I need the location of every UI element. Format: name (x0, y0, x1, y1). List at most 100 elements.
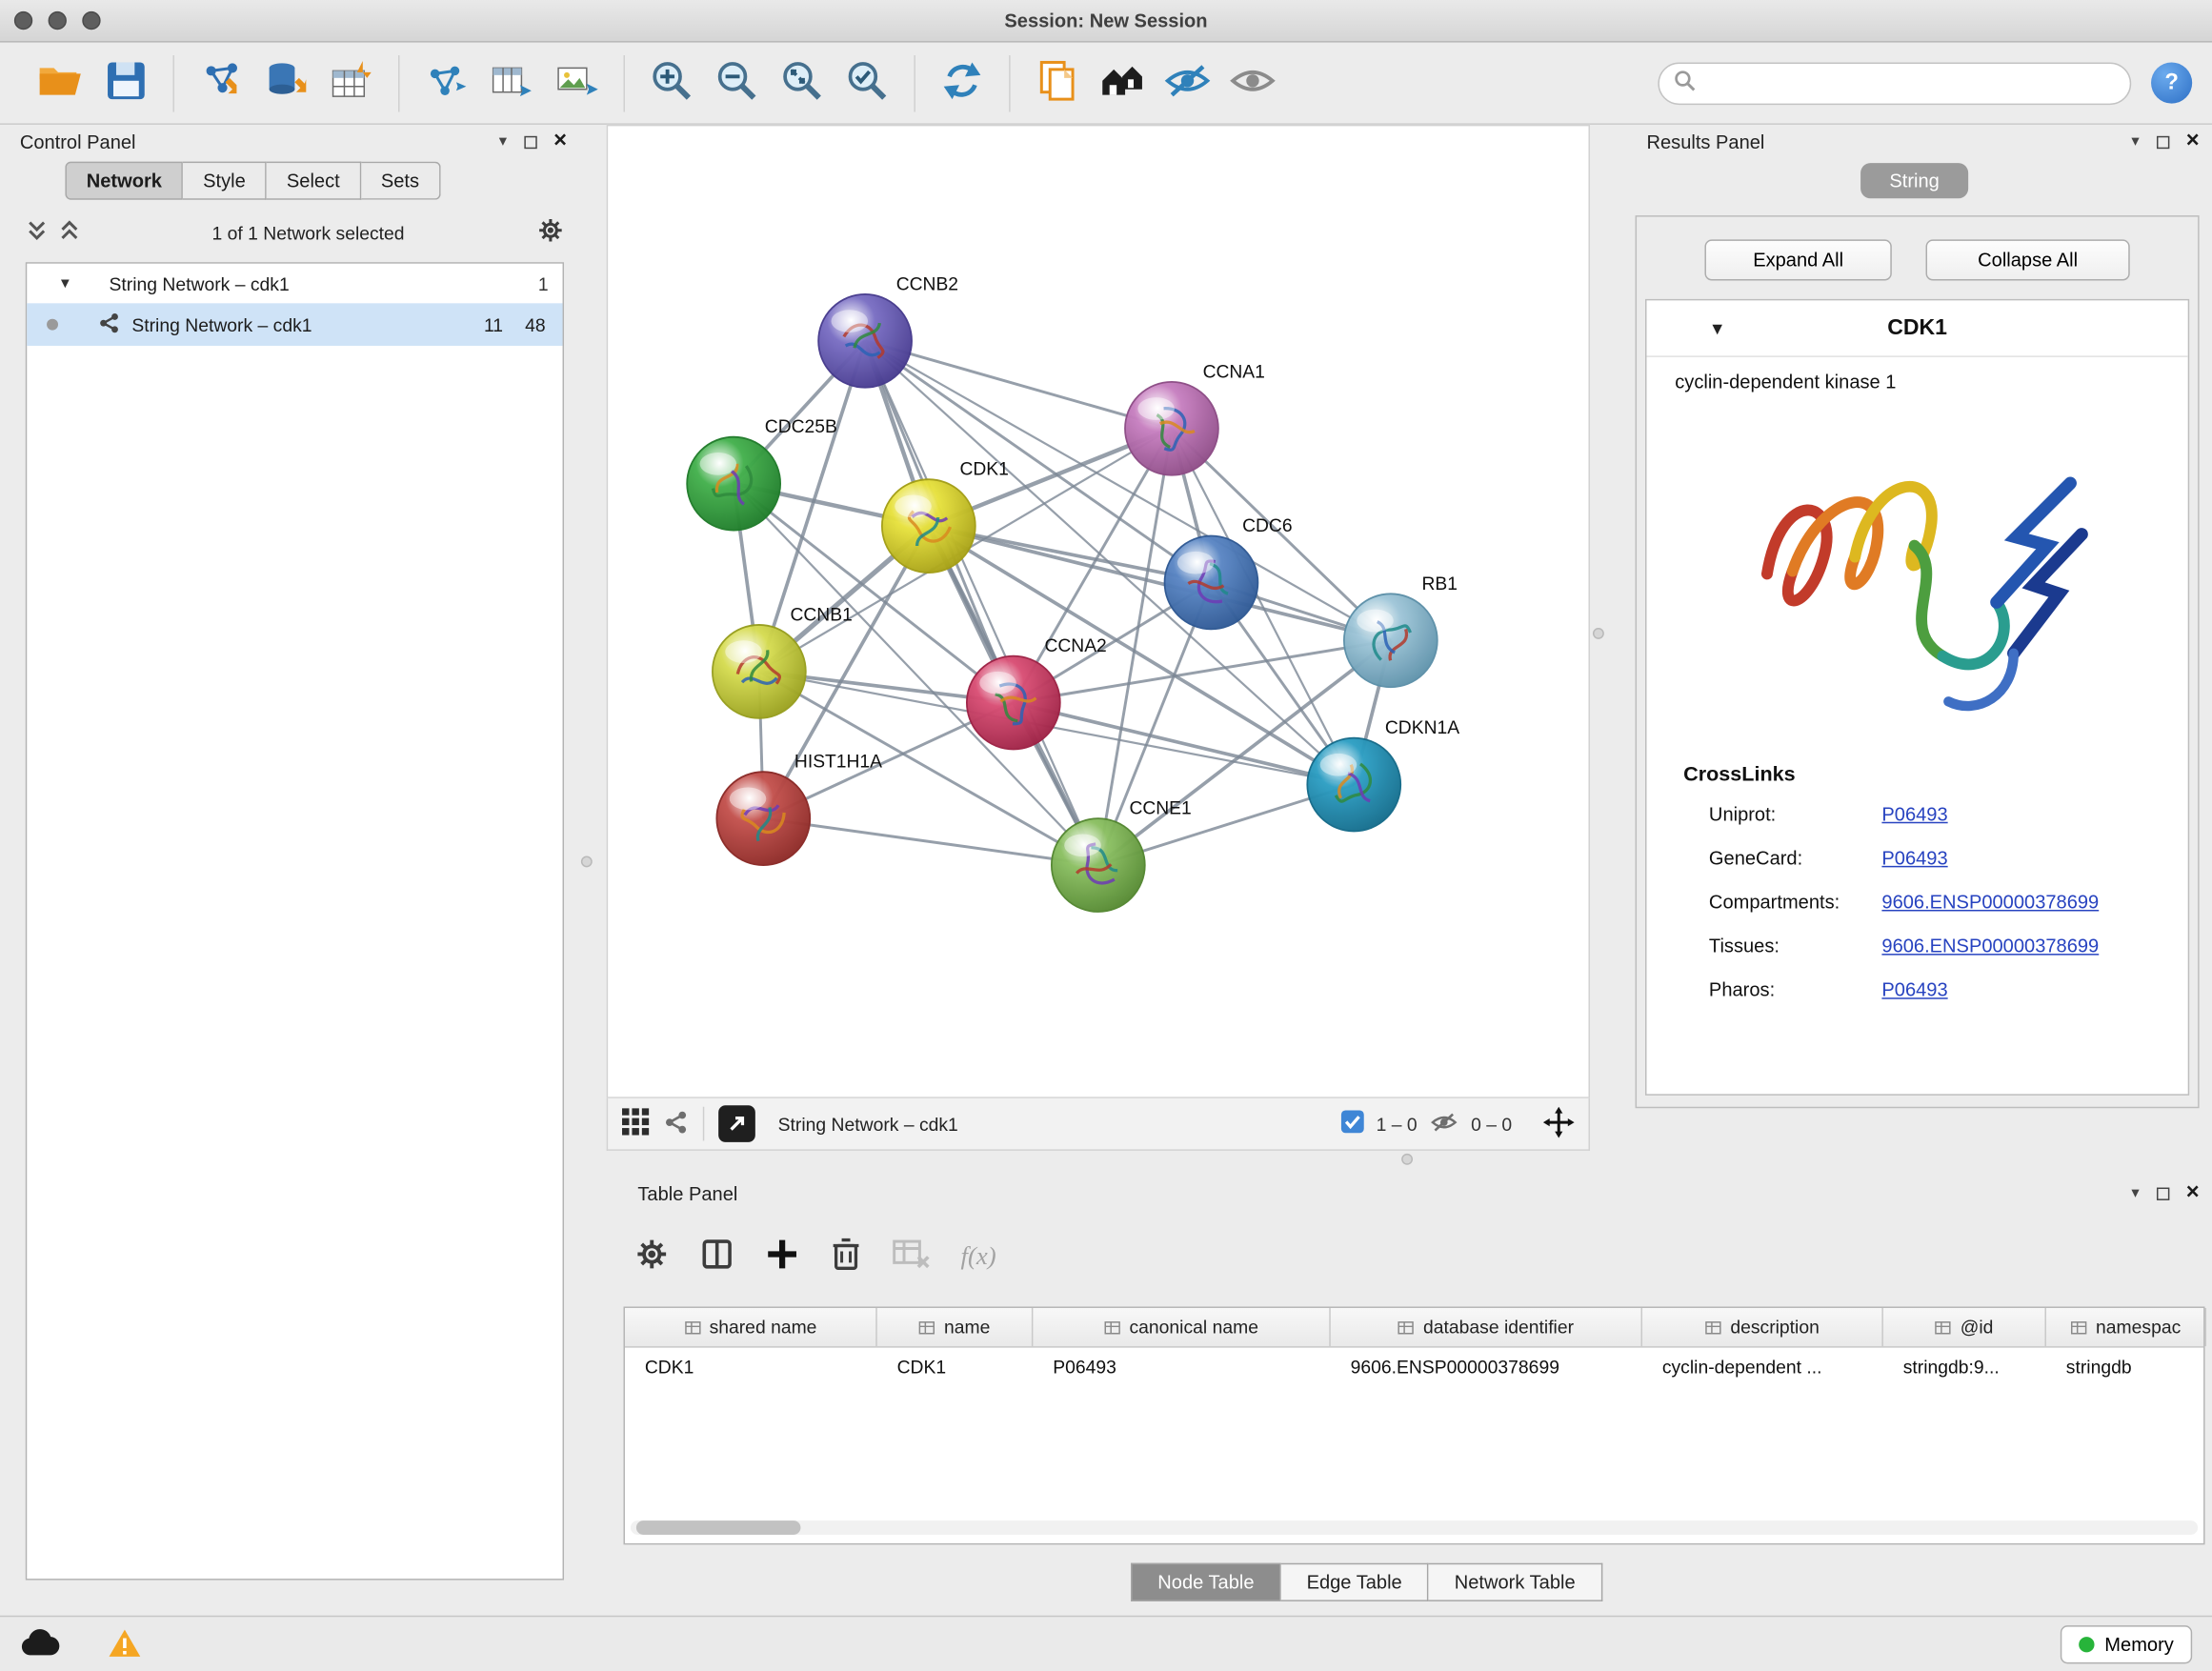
expand-all-button[interactable]: Expand All (1704, 239, 1891, 280)
open-in-new-button[interactable] (718, 1105, 755, 1142)
home-button[interactable] (1090, 50, 1155, 115)
network-node-cdk1[interactable]: CDK1 (882, 460, 1009, 573)
export-image-button[interactable] (544, 50, 609, 115)
window-close-icon[interactable] (14, 11, 32, 30)
crosslink-value[interactable]: P06493 (1881, 979, 1947, 1000)
panel-float-icon[interactable] (2156, 135, 2168, 148)
collapse-all-icon[interactable] (26, 219, 47, 246)
grid-view-icon[interactable] (622, 1108, 649, 1139)
network-edge[interactable] (763, 818, 1098, 865)
panel-collapse-icon[interactable]: ▾ (2131, 134, 2139, 150)
scrollbar-thumb[interactable] (636, 1520, 801, 1535)
export-network-icon (424, 59, 470, 106)
network-node-hist1h1a[interactable]: HIST1H1A (716, 753, 882, 865)
hidden-eye-icon[interactable] (1429, 1110, 1460, 1137)
hide-items-button[interactable] (1155, 50, 1219, 115)
gear-icon[interactable] (634, 1237, 669, 1275)
horizontal-splitter-grip[interactable] (1401, 1154, 1413, 1165)
window-zoom-icon[interactable] (82, 11, 100, 30)
zoom-selected-button[interactable] (835, 50, 899, 115)
crosslink-value[interactable]: P06493 (1881, 803, 1947, 824)
zoom-in-button[interactable] (639, 50, 704, 115)
selected-checkbox-icon[interactable] (1340, 1110, 1364, 1138)
export-table-button[interactable] (479, 50, 544, 115)
help-button[interactable]: ? (2151, 62, 2192, 103)
network-collection-row[interactable]: ▼ String Network – cdk1 1 (27, 264, 562, 304)
vertical-splitter-grip[interactable] (581, 856, 593, 867)
move-crosshair-icon[interactable] (1543, 1106, 1575, 1141)
tab-sets[interactable]: Sets (361, 162, 440, 200)
show-columns-icon[interactable] (700, 1237, 734, 1275)
eye-gray-icon (1229, 61, 1277, 105)
window-minimize-icon[interactable] (49, 11, 67, 30)
search-input[interactable] (1704, 72, 2115, 93)
tab-network-table[interactable]: Network Table (1429, 1563, 1602, 1601)
show-items-button[interactable] (1220, 50, 1285, 115)
gene-card-header[interactable]: ▼ CDK1 (1646, 300, 2187, 357)
export-image-icon (554, 59, 600, 106)
network-overview-icon[interactable] (663, 1109, 689, 1138)
gear-icon[interactable] (537, 217, 564, 249)
section-collapse-icon[interactable]: ▼ (1709, 318, 1726, 338)
network-edge[interactable] (929, 526, 1391, 640)
zoom-fit-button[interactable] (770, 50, 835, 115)
column-header[interactable]: namespac (2046, 1308, 2206, 1346)
search-field[interactable] (1658, 62, 2131, 105)
import-network-from-database-button[interactable] (253, 50, 318, 115)
network-edge[interactable] (865, 341, 1172, 429)
column-header[interactable]: description (1642, 1308, 1883, 1346)
network-node-cdkn1a[interactable]: CDKN1A (1307, 718, 1459, 831)
panel-float-icon[interactable] (2156, 1187, 2168, 1199)
tab-node-table[interactable]: Node Table (1131, 1563, 1281, 1601)
column-header[interactable]: database identifier (1331, 1308, 1642, 1346)
crosslink-value[interactable]: 9606.ENSP00000378699 (1881, 892, 2099, 913)
collapse-all-button[interactable]: Collapse All (1926, 239, 2130, 280)
network-view[interactable]: CCNB2CCNA1CDC25BCDK1CDC6RB1CCNB1CCNA2CDK… (607, 125, 1590, 1098)
column-header[interactable]: canonical name (1033, 1308, 1330, 1346)
tab-style[interactable]: Style (183, 162, 267, 200)
add-column-icon[interactable] (765, 1237, 799, 1275)
network-edge[interactable] (865, 341, 1098, 865)
crosslink-value[interactable]: P06493 (1881, 848, 1947, 869)
tab-network[interactable]: Network (65, 162, 183, 200)
panel-close-icon[interactable]: × (2186, 1182, 2200, 1205)
panel-close-icon[interactable]: × (553, 131, 567, 153)
network-node-ccna1[interactable]: CCNA1 (1125, 362, 1265, 474)
protein-structure-image (1736, 404, 2099, 755)
crosslink-row: Tissues:9606.ENSP00000378699 (1646, 924, 2187, 968)
panel-collapse-icon[interactable]: ▾ (499, 134, 507, 150)
cloud-icon[interactable] (20, 1628, 60, 1661)
network-edge[interactable] (1014, 703, 1354, 785)
panel-float-icon[interactable] (524, 135, 536, 148)
network-node-ccnb2[interactable]: CCNB2 (818, 274, 958, 387)
panel-collapse-icon[interactable]: ▾ (2131, 1185, 2139, 1200)
tab-edge-table[interactable]: Edge Table (1281, 1563, 1429, 1601)
tree-expand-icon[interactable]: ▼ (58, 275, 81, 291)
zoom-out-button[interactable] (704, 50, 769, 115)
open-session-button[interactable] (29, 50, 93, 115)
import-table-button[interactable] (319, 50, 384, 115)
duplicate-page-button[interactable] (1024, 50, 1089, 115)
network-graph[interactable]: CCNB2CCNA1CDC25BCDK1CDC6RB1CCNB1CCNA2CDK… (608, 126, 1588, 1097)
column-header[interactable]: @id (1883, 1308, 2046, 1346)
column-header[interactable]: shared name (625, 1308, 877, 1346)
tab-string[interactable]: String (1860, 163, 1968, 198)
network-node-cdc25b[interactable]: CDC25B (687, 417, 837, 530)
warning-icon[interactable] (108, 1627, 142, 1661)
save-session-button[interactable] (93, 50, 158, 115)
crosslink-value[interactable]: 9606.ENSP00000378699 (1881, 936, 2099, 956)
panel-close-icon[interactable]: × (2186, 131, 2200, 153)
delete-column-icon[interactable] (831, 1237, 862, 1275)
import-network-button[interactable] (189, 50, 253, 115)
horizontal-scrollbar[interactable] (631, 1520, 2198, 1535)
column-header[interactable]: name (877, 1308, 1034, 1346)
tab-select[interactable]: Select (267, 162, 361, 200)
memory-button[interactable]: Memory (2061, 1625, 2192, 1663)
table-row[interactable]: CDK1CDK1P064939606.ENSP00000378699cyclin… (625, 1348, 2203, 1388)
vertical-splitter-grip[interactable] (1593, 628, 1604, 639)
expand-all-icon[interactable] (58, 219, 79, 246)
network-row-selected[interactable]: String Network – cdk1 11 48 (27, 303, 562, 346)
export-network-button[interactable] (413, 50, 478, 115)
apply-layout-button[interactable] (930, 50, 995, 115)
network-node-rb1[interactable]: RB1 (1344, 574, 1458, 687)
